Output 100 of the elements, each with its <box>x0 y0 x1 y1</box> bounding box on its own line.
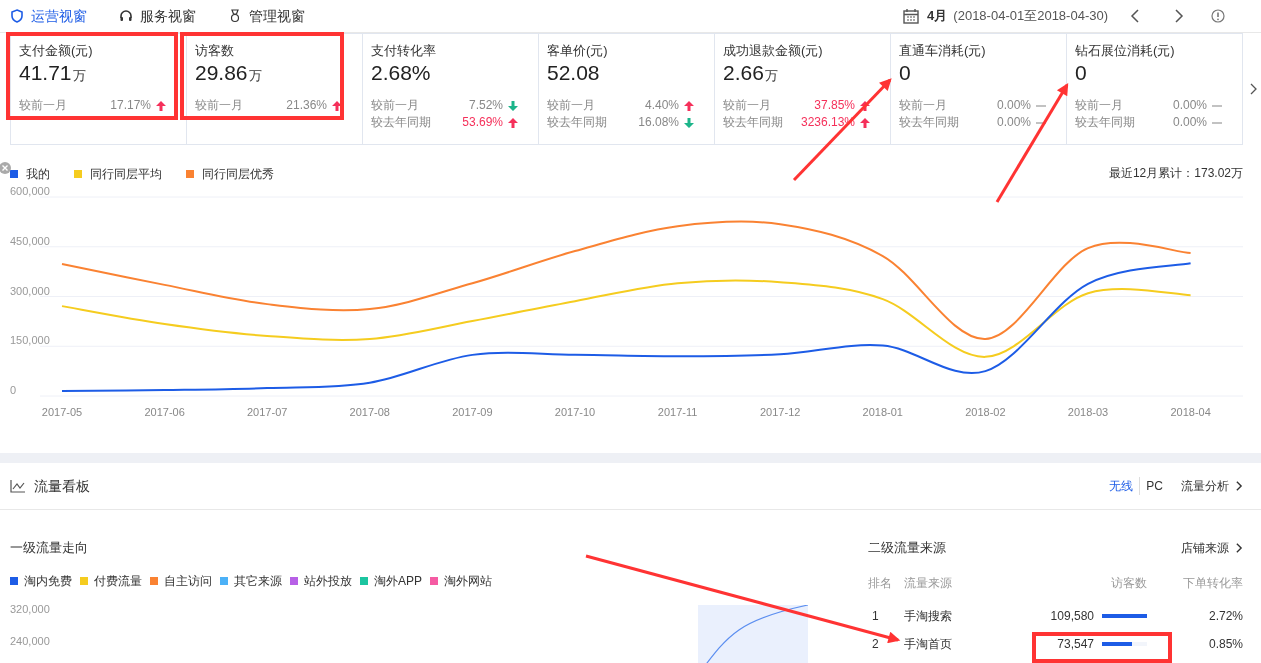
legend-label[interactable]: 自主访问 <box>164 571 212 590</box>
metric-value: 0 <box>899 60 911 86</box>
comparison-value: 0.00% <box>995 97 1031 114</box>
y-axis-label: 300,000 <box>10 284 50 297</box>
y-axis-label: 450,000 <box>10 234 50 247</box>
metric-title: 访客数 <box>195 43 235 59</box>
y-axis-label: 600,000 <box>10 185 50 197</box>
x-axis-label: 2018-04 <box>1170 406 1211 418</box>
x-axis-label: 2017-05 <box>41 406 83 418</box>
legend-label[interactable]: 其它来源 <box>234 571 282 590</box>
traffic-analysis-link[interactable]: 流量分析 <box>1181 477 1243 495</box>
store-source-link[interactable]: 店铺来源 <box>1181 538 1243 557</box>
comparison-value: 0.00% <box>1171 97 1207 114</box>
comparison-value: 4.40% <box>643 97 679 114</box>
x-axis-label: 2017-10 <box>554 406 596 418</box>
legend-label[interactable]: 淘外APP <box>374 571 422 590</box>
comparison-label: 较去年同期 <box>547 114 608 131</box>
y-axis-label: 240,000 <box>10 633 51 649</box>
medal-icon <box>228 9 242 23</box>
period-range: (2018-04-01至2018-04-30) <box>953 7 1108 26</box>
comparison-label: 较去年同期 <box>899 114 960 131</box>
comparison-value: 17.17% <box>109 97 151 114</box>
x-axis-label: 2018-03 <box>1067 406 1109 418</box>
y-axis-label: 0 <box>10 384 17 396</box>
metric-value: 0 <box>1075 60 1087 86</box>
metric-unit: 万 <box>72 67 86 85</box>
visitors-cell-text: 73,547 <box>1057 635 1094 653</box>
legend-label[interactable]: 付费流量 <box>94 571 142 590</box>
shield-icon <box>10 9 24 23</box>
legend-label[interactable]: 同行同层优秀 <box>202 165 274 183</box>
view-tab[interactable]: 运营视窗 <box>10 5 87 27</box>
x-axis-label: 2017-09 <box>452 406 493 418</box>
comparison-label: 较前一月 <box>547 97 596 114</box>
legend-label[interactable]: 同行同层平均 <box>90 165 162 183</box>
comparison-value: 0.00% <box>1171 114 1207 131</box>
metric-value: 2.68% <box>371 60 431 86</box>
metric-value: 52.08 <box>547 60 600 86</box>
x-axis-label: 2017-12 <box>760 406 801 418</box>
legend-label[interactable]: 淘内免费 <box>24 571 72 590</box>
info-icon[interactable] <box>1211 9 1225 23</box>
source-cell[interactable]: 手淘首页 <box>904 634 1037 653</box>
metric-unit: 万 <box>248 67 262 85</box>
chevron-right-icon <box>1249 82 1258 96</box>
rank-cell-text: 2 <box>871 635 880 653</box>
comparison-label: 较去年同期 <box>371 114 432 131</box>
headset-icon <box>119 9 133 23</box>
legend-label[interactable]: 我的 <box>26 165 50 183</box>
cumulative-total: 最近12月累计：173.02万 <box>1108 165 1243 182</box>
comparison-label: 较去年同期 <box>723 114 784 131</box>
comparison-label: 较前一月 <box>723 97 772 114</box>
comparison-label: 较前一月 <box>1075 97 1124 114</box>
comparison-value: 37.85% <box>813 97 855 114</box>
y-axis-label: 150,000 <box>10 334 50 347</box>
comparison-label: 较前一月 <box>195 97 244 114</box>
chevron-right-icon <box>1235 480 1243 492</box>
x-axis-label: 2018-01 <box>862 406 903 418</box>
close-icon[interactable] <box>0 162 11 174</box>
metric-title: 钻石展位消耗(元) <box>1075 43 1176 59</box>
section-title: 二级流量来源 <box>868 539 946 557</box>
chevron-right-icon <box>1235 541 1243 554</box>
x-axis-label: 2017-07 <box>247 406 288 418</box>
panel-title: 流量看板 <box>34 476 90 496</box>
comparison-value: 0.00% <box>995 114 1031 131</box>
legend-label[interactable]: 淘外网站 <box>444 571 492 590</box>
comparison-value: 21.36% <box>285 97 327 114</box>
column-header: 访客数 <box>1110 574 1147 592</box>
x-axis-label: 2017-08 <box>349 406 390 418</box>
rate-cell-text: 0.85% <box>1207 635 1243 653</box>
calendar-icon[interactable] <box>903 8 920 24</box>
section-title: 一级流量走向 <box>10 539 89 557</box>
metric-value: 41.71 <box>19 60 72 86</box>
metric-title: 客单价(元) <box>547 43 609 59</box>
column-header: 下单转化率 <box>1182 574 1243 592</box>
comparison-label: 较前一月 <box>19 97 68 114</box>
metric-title: 成功退款金额(元) <box>723 43 824 59</box>
period-month: 4月 <box>927 7 948 26</box>
x-axis-label: 2017-06 <box>144 406 185 418</box>
metric-value: 29.86 <box>195 60 248 86</box>
column-header: 流量来源 <box>904 574 953 592</box>
comparison-value: 53.69% <box>461 114 503 131</box>
metric-title: 支付转化率 <box>371 43 437 59</box>
view-tab[interactable]: 服务视窗 <box>119 5 196 27</box>
platform-switch[interactable]: PC <box>1140 477 1169 495</box>
metric-value: 2.66 <box>723 60 764 86</box>
comparison-value: 7.52% <box>467 97 503 114</box>
line-chart-icon <box>10 479 26 493</box>
visitors-cell-text: 109,580 <box>1050 607 1094 625</box>
source-cell[interactable]: 手淘搜索 <box>904 606 1037 625</box>
y-axis-label: 320,000 <box>10 601 51 617</box>
comparison-value: 16.08% <box>637 114 679 131</box>
comparison-label: 较前一月 <box>899 97 948 114</box>
legend-label[interactable]: 站外投放 <box>304 571 352 590</box>
x-axis-label: 2018-02 <box>965 406 1006 418</box>
x-axis-label: 2017-11 <box>657 406 698 418</box>
comparison-label: 较前一月 <box>371 97 420 114</box>
comparison-label: 较去年同期 <box>1075 114 1136 131</box>
column-header: 排名 <box>868 574 893 592</box>
view-tab[interactable]: 管理视窗 <box>228 5 305 27</box>
rank-cell-text: 1 <box>871 607 880 625</box>
platform-switch[interactable]: 无线 <box>1103 477 1141 495</box>
